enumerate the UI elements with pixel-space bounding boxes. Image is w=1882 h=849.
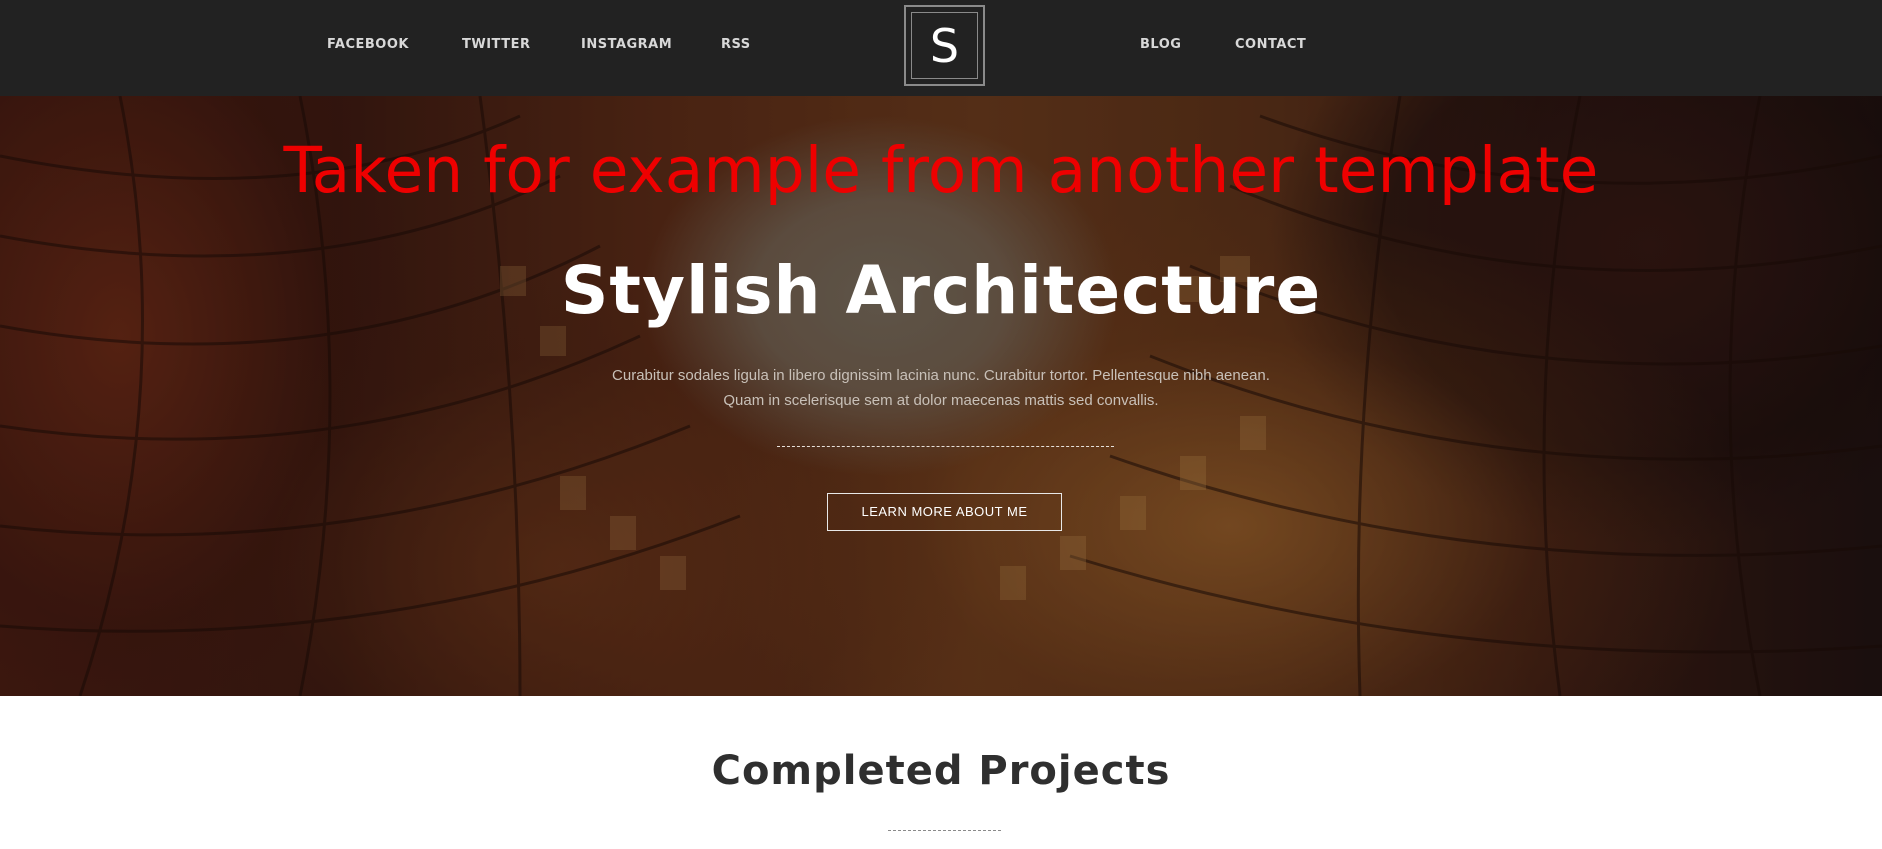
nav-link-rss[interactable]: RSS [721,37,751,53]
hero-description-line-1: Curabitur sodales ligula in libero digni… [612,367,1270,384]
site-logo[interactable]: S [904,5,985,86]
projects-divider [888,830,1001,831]
hero-section: Taken for example from another template … [0,96,1882,696]
hero-description: Curabitur sodales ligula in libero digni… [541,363,1341,413]
nav-link-contact[interactable]: CONTACT [1235,37,1306,53]
nav-link-twitter[interactable]: TWITTER [462,37,530,53]
hero-title: Stylish Architecture [560,252,1322,329]
hero-description-line-2: Quam in scelerisque sem at dolor maecena… [723,392,1159,409]
hero-divider [777,446,1114,447]
projects-section-title: Completed Projects [711,748,1171,794]
learn-more-button[interactable]: LEARN MORE ABOUT ME [827,493,1062,531]
nav-link-instagram[interactable]: INSTAGRAM [581,37,672,53]
nav-link-blog[interactable]: BLOG [1140,37,1181,53]
site-header: FACEBOOK TWITTER INSTAGRAM RSS S BLOG CO… [0,0,1882,96]
nav-link-facebook[interactable]: FACEBOOK [327,37,409,53]
logo-letter: S [911,12,978,79]
template-notice: Taken for example from another template [283,134,1599,207]
